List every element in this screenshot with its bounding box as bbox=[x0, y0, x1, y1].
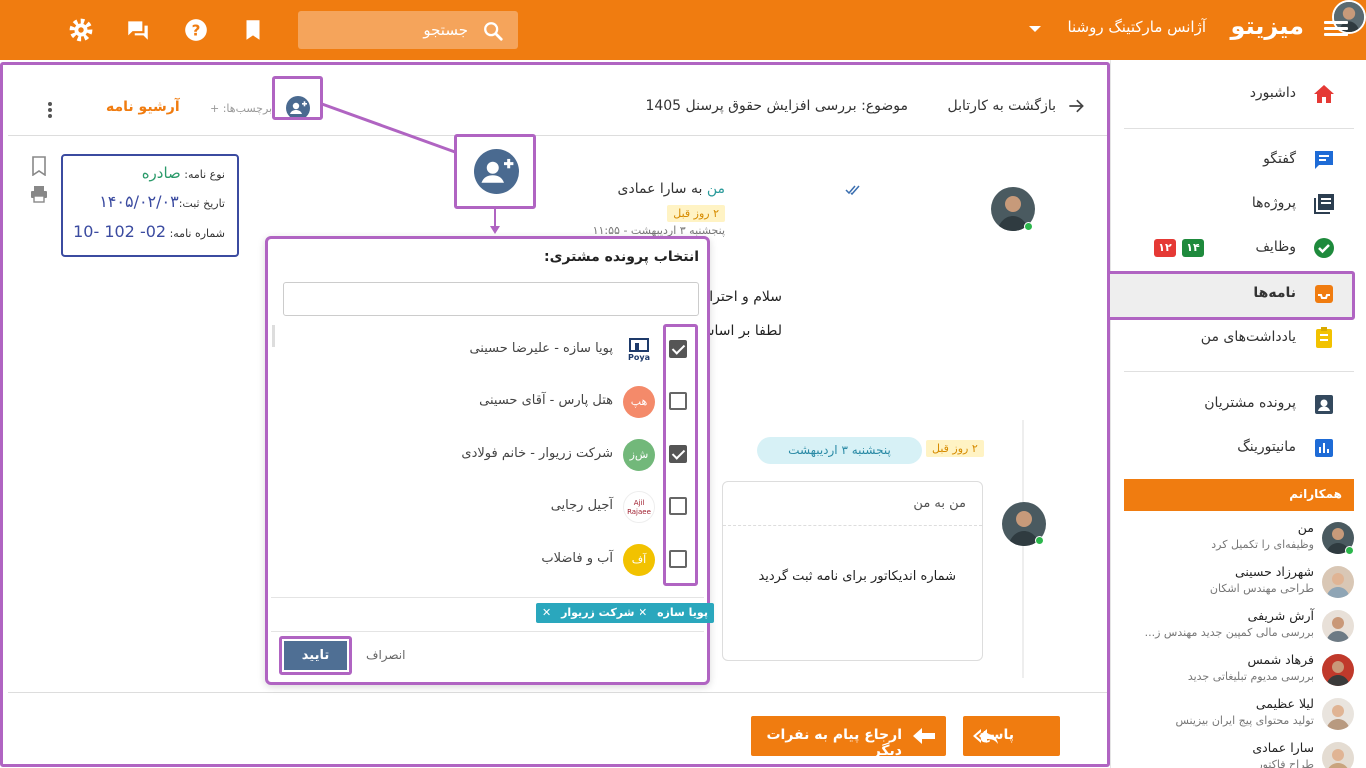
svg-text:Poya: Poya bbox=[628, 353, 650, 362]
avatar bbox=[1322, 742, 1354, 768]
list-item[interactable]: هپ هتل پارس - آقای حسینی bbox=[268, 377, 707, 429]
customers-icon bbox=[1315, 395, 1333, 414]
company-logo: Poya bbox=[623, 334, 655, 366]
dialog-title: انتخاب پرونده مشتری: bbox=[544, 249, 699, 265]
home-icon bbox=[1314, 85, 1334, 103]
online-indicator bbox=[1345, 546, 1354, 555]
colleague-item[interactable]: لیلا عظیمی تولید محتوای پیج ایران بیزینس bbox=[1124, 692, 1354, 736]
divider bbox=[1124, 371, 1354, 372]
sidebar-item-chat[interactable]: گفتگو bbox=[1110, 138, 1366, 182]
colleague-name: لیلا عظیمی bbox=[1255, 696, 1314, 711]
highlight-letters-menu bbox=[1107, 271, 1355, 320]
list-item[interactable]: Poya پویا سازه - علیرضا حسینی bbox=[268, 325, 707, 377]
colleague-name: فرهاد شمس bbox=[1247, 652, 1314, 667]
sidebar-item-customers[interactable]: پرونده مشتریان bbox=[1110, 382, 1366, 426]
customer-file-dialog: انتخاب پرونده مشتری: Poya پویا سازه - عل… bbox=[265, 236, 714, 685]
sidebar-item-dashboard[interactable]: داشبورد bbox=[1110, 72, 1366, 116]
divider bbox=[271, 597, 704, 598]
colleague-item[interactable]: شهرزاد حسینی طراحی مهندس اشکان bbox=[1124, 560, 1354, 604]
sidebar-item-tasks[interactable]: وظایف ۱۴ ۱۲ bbox=[1110, 226, 1366, 270]
help-icon[interactable]: ? bbox=[183, 17, 209, 43]
sidebar-item-label: پروژه‌ها bbox=[1251, 195, 1296, 211]
colleague-status: طراحی مهندس اشکان bbox=[1209, 582, 1314, 595]
avatar bbox=[1322, 610, 1354, 642]
list-item[interactable]: ش‌ز شرکت زریوار - خانم فولادی bbox=[268, 430, 707, 482]
colleague-status: وظیفه‌ای را تکمیل کرد bbox=[1211, 538, 1314, 551]
zoomed-add-user-callout bbox=[454, 134, 536, 209]
monitoring-icon bbox=[1315, 439, 1333, 457]
sidebar-item-label: وظایف bbox=[1255, 239, 1296, 255]
notes-icon bbox=[1316, 327, 1332, 348]
colleague-name: سارا عمادی bbox=[1252, 740, 1314, 755]
chip-label: شرکت زریوار bbox=[561, 606, 635, 619]
divider bbox=[1124, 128, 1354, 129]
tasks-overdue-badge: ۱۲ bbox=[1154, 239, 1176, 257]
colleague-item[interactable]: فرهاد شمس بررسی مدیوم تبلیغاتی جدید bbox=[1124, 648, 1354, 692]
bookmark-icon[interactable] bbox=[240, 17, 266, 43]
sidebar: داشبورد گفتگو پروژه‌ها وظایف ۱۴ ۱۲ نامه‌… bbox=[1110, 60, 1366, 768]
list-item[interactable]: آف آب و فاضلاب bbox=[268, 535, 707, 587]
sidebar-item-label: داشبورد bbox=[1249, 85, 1296, 101]
company-logo: آف bbox=[623, 544, 655, 576]
search-box[interactable]: جستجو bbox=[298, 11, 518, 49]
confirm-label: تایید bbox=[284, 641, 347, 670]
poya-logo-icon: Poya bbox=[628, 338, 650, 362]
colleague-status: تولید محتوای پیج ایران بیزینس bbox=[1175, 714, 1315, 727]
projects-icon bbox=[1314, 194, 1334, 214]
colleague-status: بررسی مالی کمپین جدید مهندس ز... bbox=[1144, 626, 1314, 639]
close-icon[interactable]: ✕ bbox=[542, 606, 551, 619]
avatar bbox=[1322, 654, 1354, 686]
sidebar-item-label: پرونده مشتریان bbox=[1204, 395, 1296, 411]
colleague-item[interactable]: سارا عمادی طراح فاکتور bbox=[1124, 736, 1354, 768]
sidebar-item-notes[interactable]: یادداشت‌های من bbox=[1110, 316, 1366, 360]
colleague-name: شهرزاد حسینی bbox=[1234, 564, 1314, 579]
top-bar: میزیتو آژانس مارکتینگ روشنا جستجو ? bbox=[0, 0, 1366, 60]
list-item[interactable]: Ajil Rajaee آجیل رجایی bbox=[268, 482, 707, 534]
colleague-name: من bbox=[1297, 520, 1314, 535]
selected-chip[interactable]: شرکت زریوار ✕ bbox=[536, 603, 641, 623]
sidebar-item-label: یادداشت‌های من bbox=[1200, 329, 1296, 345]
customer-name: شرکت زریوار - خانم فولادی bbox=[461, 446, 613, 461]
colleague-status: طراح فاکتور bbox=[1257, 758, 1314, 768]
customer-search-input[interactable] bbox=[283, 282, 699, 316]
confirm-button[interactable]: تایید bbox=[279, 636, 352, 675]
colleague-item[interactable]: آرش شریفی بررسی مالی کمپین جدید مهندس ز.… bbox=[1124, 604, 1354, 648]
search-icon bbox=[484, 22, 503, 41]
highlight-checkboxes bbox=[663, 324, 698, 586]
menu-icon[interactable] bbox=[1324, 18, 1348, 42]
selected-chip[interactable]: پویا سازه ✕ bbox=[632, 603, 714, 623]
company-logo: هپ bbox=[623, 386, 655, 418]
cancel-button[interactable]: انصراف bbox=[366, 648, 405, 662]
colleague-item[interactable]: من وظیفه‌ای را تکمیل کرد bbox=[1124, 516, 1354, 560]
sidebar-item-label: گفتگو bbox=[1263, 151, 1296, 167]
tasks-icon bbox=[1314, 238, 1334, 258]
messages-icon[interactable] bbox=[125, 17, 151, 43]
sidebar-item-label: مانیتورینگ bbox=[1237, 439, 1296, 455]
colleague-status: بررسی مدیوم تبلیغاتی جدید bbox=[1187, 670, 1314, 683]
sidebar-item-projects[interactable]: پروژه‌ها bbox=[1110, 182, 1366, 226]
company-logo: ش‌ز bbox=[623, 439, 655, 471]
customer-name: آب و فاضلاب bbox=[541, 551, 613, 566]
tasks-done-badge: ۱۴ bbox=[1182, 239, 1204, 257]
chevron-down-icon[interactable] bbox=[1029, 26, 1041, 32]
brand-logo: میزیتو bbox=[1230, 12, 1304, 40]
chat-icon bbox=[1315, 151, 1333, 169]
chip-label: پویا سازه bbox=[657, 606, 708, 619]
sidebar-item-monitoring[interactable]: مانیتورینگ bbox=[1110, 426, 1366, 470]
customer-name: پویا سازه - علیرضا حسینی bbox=[469, 341, 613, 356]
avatar bbox=[1322, 698, 1354, 730]
colleagues-header: همکارانم bbox=[1124, 479, 1354, 511]
avatar bbox=[1322, 566, 1354, 598]
company-logo: Ajil Rajaee bbox=[623, 491, 655, 523]
add-user-icon bbox=[474, 149, 519, 194]
search-input[interactable]: جستجو bbox=[423, 21, 468, 39]
divider bbox=[271, 631, 704, 632]
svg-text:?: ? bbox=[192, 21, 201, 39]
customer-name: آجیل رجایی bbox=[550, 498, 613, 513]
agency-selector[interactable]: آژانس مارکتینگ روشنا bbox=[1067, 18, 1206, 36]
gear-icon[interactable] bbox=[68, 17, 94, 43]
colleague-name: آرش شریفی bbox=[1247, 608, 1314, 623]
customer-name: هتل پارس - آقای حسینی bbox=[479, 393, 613, 408]
